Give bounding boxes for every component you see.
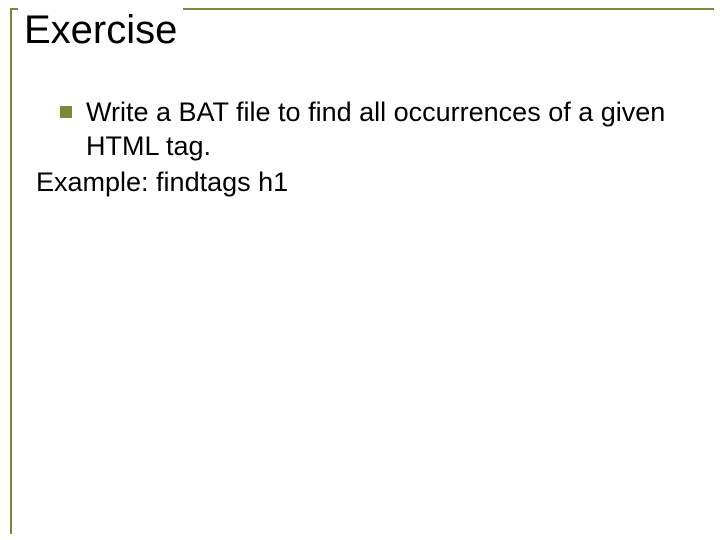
slide: Exercise Write a BAT file to find all oc…	[0, 0, 720, 540]
bullet-text: Write a BAT file to find all occurrences…	[86, 96, 690, 164]
content-area: Write a BAT file to find all occurrences…	[36, 96, 690, 199]
title-container: Exercise	[18, 8, 183, 58]
bullet-item: Write a BAT file to find all occurrences…	[36, 96, 690, 164]
slide-title: Exercise	[24, 8, 177, 52]
frame-left-rule	[10, 8, 12, 534]
example-line: Example: findtags h1	[36, 166, 690, 200]
square-bullet-icon	[60, 106, 72, 118]
